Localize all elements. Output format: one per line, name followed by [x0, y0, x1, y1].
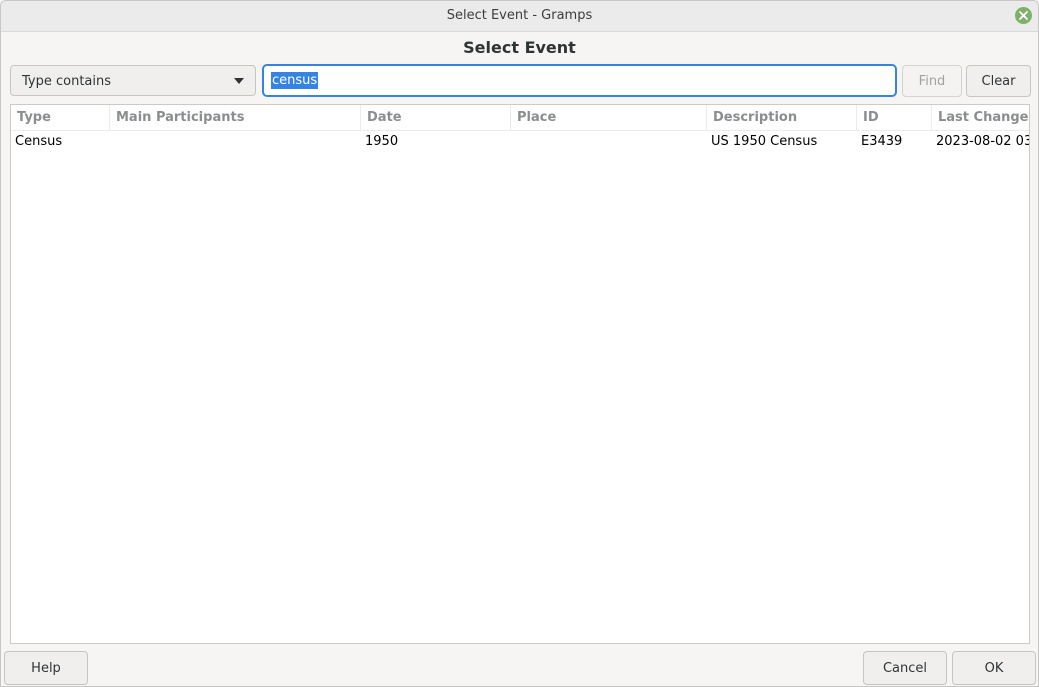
help-button[interactable]: Help [4, 651, 88, 685]
window-title: Select Event - Gramps [446, 8, 593, 23]
ok-button[interactable]: OK [952, 651, 1036, 685]
column-header-main-participants[interactable]: Main Participants [110, 105, 361, 130]
cell-description: US 1950 Census [711, 134, 818, 149]
column-header-id[interactable]: ID [857, 105, 932, 130]
close-icon [1019, 11, 1028, 20]
title-bar: Select Event - Gramps [1, 1, 1038, 32]
find-button[interactable]: Find [902, 65, 962, 97]
search-input-value: census [271, 72, 319, 89]
cell-date: 1950 [365, 134, 399, 149]
cell-main-participants [116, 131, 361, 153]
cell-place [515, 131, 707, 153]
cell-last-change: 2023-08-02 03: [936, 134, 1030, 149]
dialog-heading: Select Event [463, 38, 576, 57]
table-row[interactable]: Census 1950 US 1950 Census E3439 2023-08… [11, 131, 1029, 153]
event-list[interactable]: Type Main Participants Date Place Descri… [10, 104, 1030, 644]
column-header-type[interactable]: Type [11, 105, 110, 130]
column-header-description[interactable]: Description [707, 105, 857, 130]
column-header-date[interactable]: Date [361, 105, 511, 130]
cell-type: Census [15, 134, 63, 149]
search-input[interactable]: census [262, 64, 897, 97]
cancel-button[interactable]: Cancel [863, 651, 947, 685]
filter-type-dropdown[interactable]: Type contains [10, 65, 256, 96]
cell-id: E3439 [861, 134, 903, 149]
filter-type-label: Type contains [22, 74, 112, 89]
table-header: Type Main Participants Date Place Descri… [11, 105, 1029, 131]
close-button[interactable] [1015, 7, 1032, 24]
select-event-dialog: Select Event - Gramps Select Event Type … [0, 0, 1039, 687]
chevron-down-icon [234, 78, 244, 84]
column-header-place[interactable]: Place [511, 105, 707, 130]
clear-button[interactable]: Clear [966, 65, 1031, 97]
column-header-last-change[interactable]: Last Change [932, 105, 1029, 130]
